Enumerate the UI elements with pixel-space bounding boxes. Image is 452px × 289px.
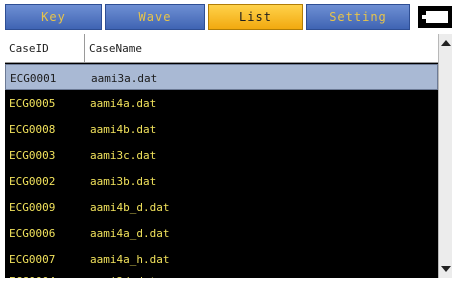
case-id-cell: ECG0003	[9, 148, 56, 162]
case-id-cell: ECG0005	[9, 96, 56, 110]
case-id-cell: ECG0004	[9, 268, 55, 279]
case-name-cell: aami3a.dat	[91, 71, 158, 85]
column-header-casename[interactable]: CaseName	[85, 34, 438, 62]
list-scrollbar[interactable]	[438, 34, 452, 278]
tab-bar: Key Wave List Setting	[0, 0, 452, 34]
battery-icon	[418, 6, 452, 28]
case-name-cell: aami3c.dat	[90, 148, 157, 162]
case-name-cell: aami4b_d.dat	[90, 200, 170, 214]
tab-wave[interactable]: Wave	[105, 4, 205, 30]
column-header-caseid[interactable]: CaseID	[5, 34, 85, 62]
case-name-cell: aami3b.dat	[90, 174, 157, 188]
tab-list[interactable]: List	[208, 4, 303, 30]
table-row[interactable]: ECG0009 aami4b_d.dat	[5, 194, 438, 220]
table-row[interactable]: ECG0002 aami3b.dat	[5, 168, 438, 194]
case-name-cell: aami3d.dat	[90, 268, 156, 279]
case-id-cell: ECG0006	[9, 226, 56, 240]
table-row[interactable]: ECG0001 aami3a.dat	[5, 64, 438, 90]
tab-key[interactable]: Key	[5, 4, 102, 30]
case-id-cell: ECG0008	[9, 122, 56, 136]
bottom-edge	[0, 278, 452, 289]
arrow-down-icon[interactable]	[439, 262, 452, 276]
case-list: CaseID CaseName ECG0001 aami3a.dat ECG00…	[5, 34, 438, 278]
list-header: CaseID CaseName	[5, 34, 438, 63]
case-name-cell: aami4b.dat	[90, 122, 157, 136]
table-row[interactable]: ECG0004 aami3d.dat	[5, 268, 438, 279]
case-name-cell: aami4a.dat	[90, 96, 157, 110]
table-row[interactable]: ECG0008 aami4b.dat	[5, 116, 438, 142]
table-row[interactable]: ECG0005 aami4a.dat	[5, 90, 438, 116]
arrow-up-icon[interactable]	[439, 36, 452, 50]
case-id-cell: ECG0001	[10, 71, 57, 85]
case-name-cell: aami4a_d.dat	[90, 226, 170, 240]
table-row[interactable]: ECG0003 aami3c.dat	[5, 142, 438, 168]
case-id-cell: ECG0002	[9, 174, 56, 188]
tab-setting[interactable]: Setting	[306, 4, 410, 30]
case-id-cell: ECG0009	[9, 200, 56, 214]
table-row[interactable]: ECG0006 aami4a_d.dat	[5, 220, 438, 246]
